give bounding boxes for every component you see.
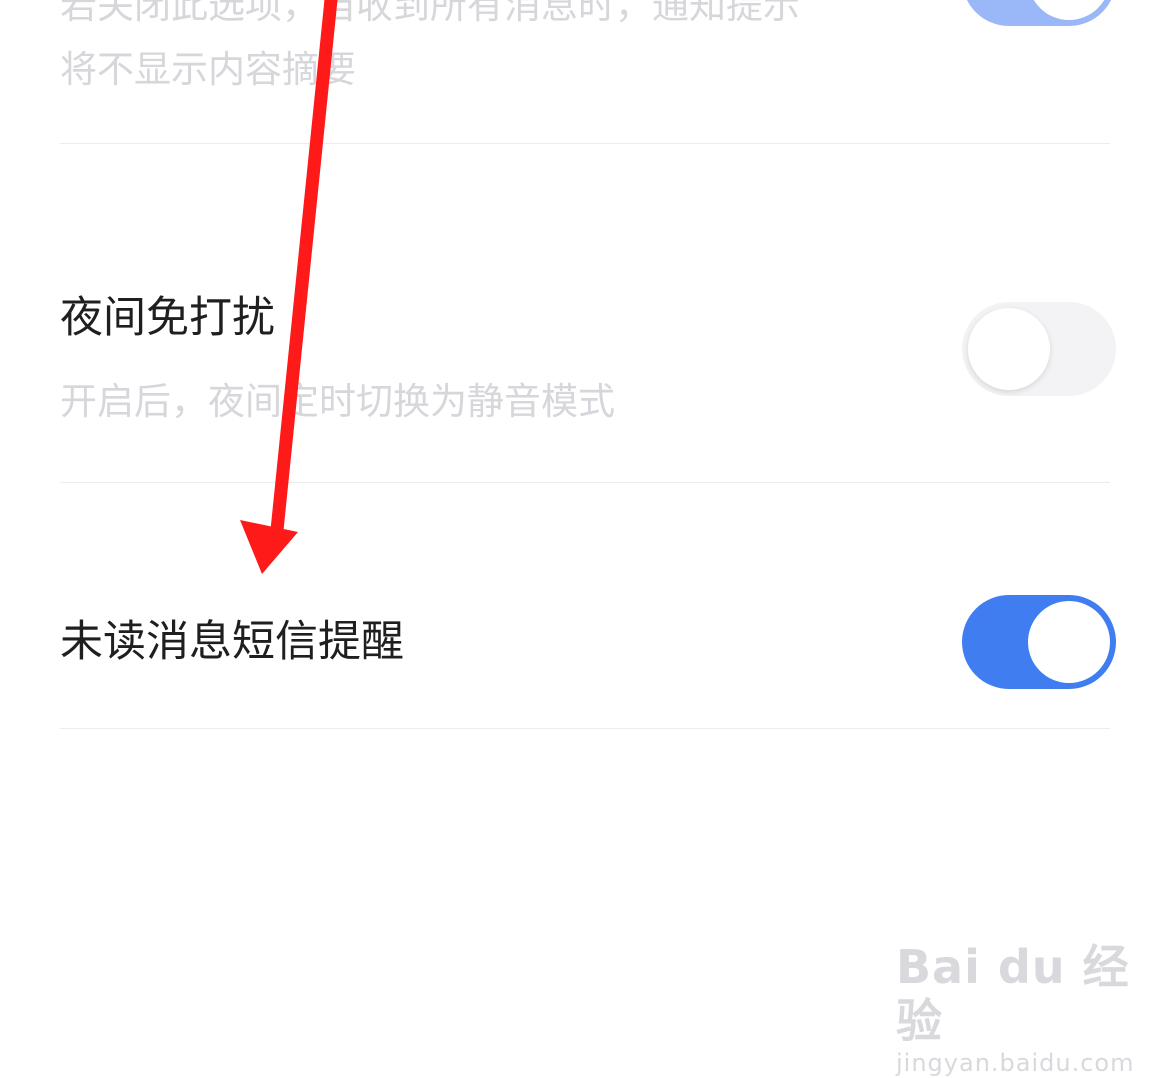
unread-sms-title: 未读消息短信提醒	[60, 617, 404, 667]
divider	[60, 143, 1110, 144]
night-dnd-toggle[interactable]	[962, 302, 1116, 396]
toggle-knob	[1028, 601, 1110, 683]
top-item-desc-line2: 将不显示内容摘要	[60, 48, 356, 91]
annotation-arrow-icon	[240, 0, 338, 574]
toggle-knob	[968, 308, 1050, 390]
top-item-toggle[interactable]	[962, 0, 1116, 26]
divider	[60, 728, 1110, 729]
top-item-desc-line1: 若关闭此选项，当收到所有消息时，通知提示	[60, 0, 800, 27]
unread-sms-toggle[interactable]	[962, 595, 1116, 689]
toggle-knob	[1028, 0, 1110, 20]
baidu-jingyan-watermark: Bai du 经验 jingyan.baidu.com	[896, 940, 1170, 1078]
night-dnd-title: 夜间免打扰	[60, 293, 275, 343]
night-dnd-desc: 开启后，夜间定时切换为静音模式	[60, 380, 615, 423]
watermark-brand: Bai du 经验	[896, 940, 1130, 1048]
divider	[60, 482, 1110, 483]
